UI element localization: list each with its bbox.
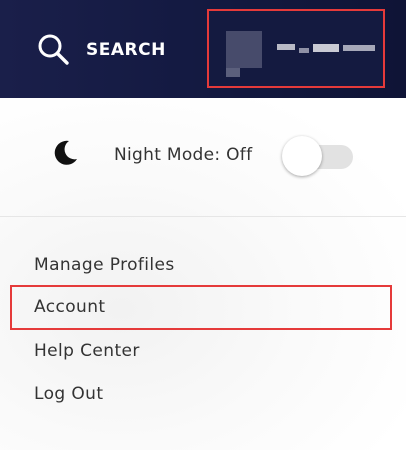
night-mode-row: Night Mode: Off — [0, 98, 406, 216]
account-dropdown-menu: Night Mode: Off Manage Profiles Account … — [0, 98, 406, 450]
menu-item-account[interactable]: Account — [34, 297, 105, 317]
profile-name-redacted — [299, 48, 309, 53]
top-header: SEARCH — [0, 0, 406, 98]
search-icon — [38, 34, 69, 65]
toggle-knob — [282, 136, 322, 176]
profile-avatar-redacted — [226, 31, 262, 68]
profile-name-redacted — [343, 45, 375, 51]
profile-switcher[interactable] — [207, 9, 385, 88]
night-mode-label: Night Mode: Off — [114, 145, 253, 165]
moon-icon — [54, 140, 77, 165]
menu-item-help-center[interactable]: Help Center — [34, 341, 140, 361]
search-button[interactable]: SEARCH — [36, 34, 166, 66]
search-label: SEARCH — [86, 40, 166, 60]
night-mode-toggle[interactable] — [281, 136, 353, 176]
menu-item-log-out[interactable]: Log Out — [34, 384, 103, 404]
menu-item-manage-profiles[interactable]: Manage Profiles — [34, 255, 175, 275]
menu-divider — [0, 216, 406, 217]
profile-avatar-redacted-detail — [226, 68, 240, 77]
profile-name-redacted — [277, 44, 295, 50]
profile-name-redacted — [313, 44, 339, 52]
